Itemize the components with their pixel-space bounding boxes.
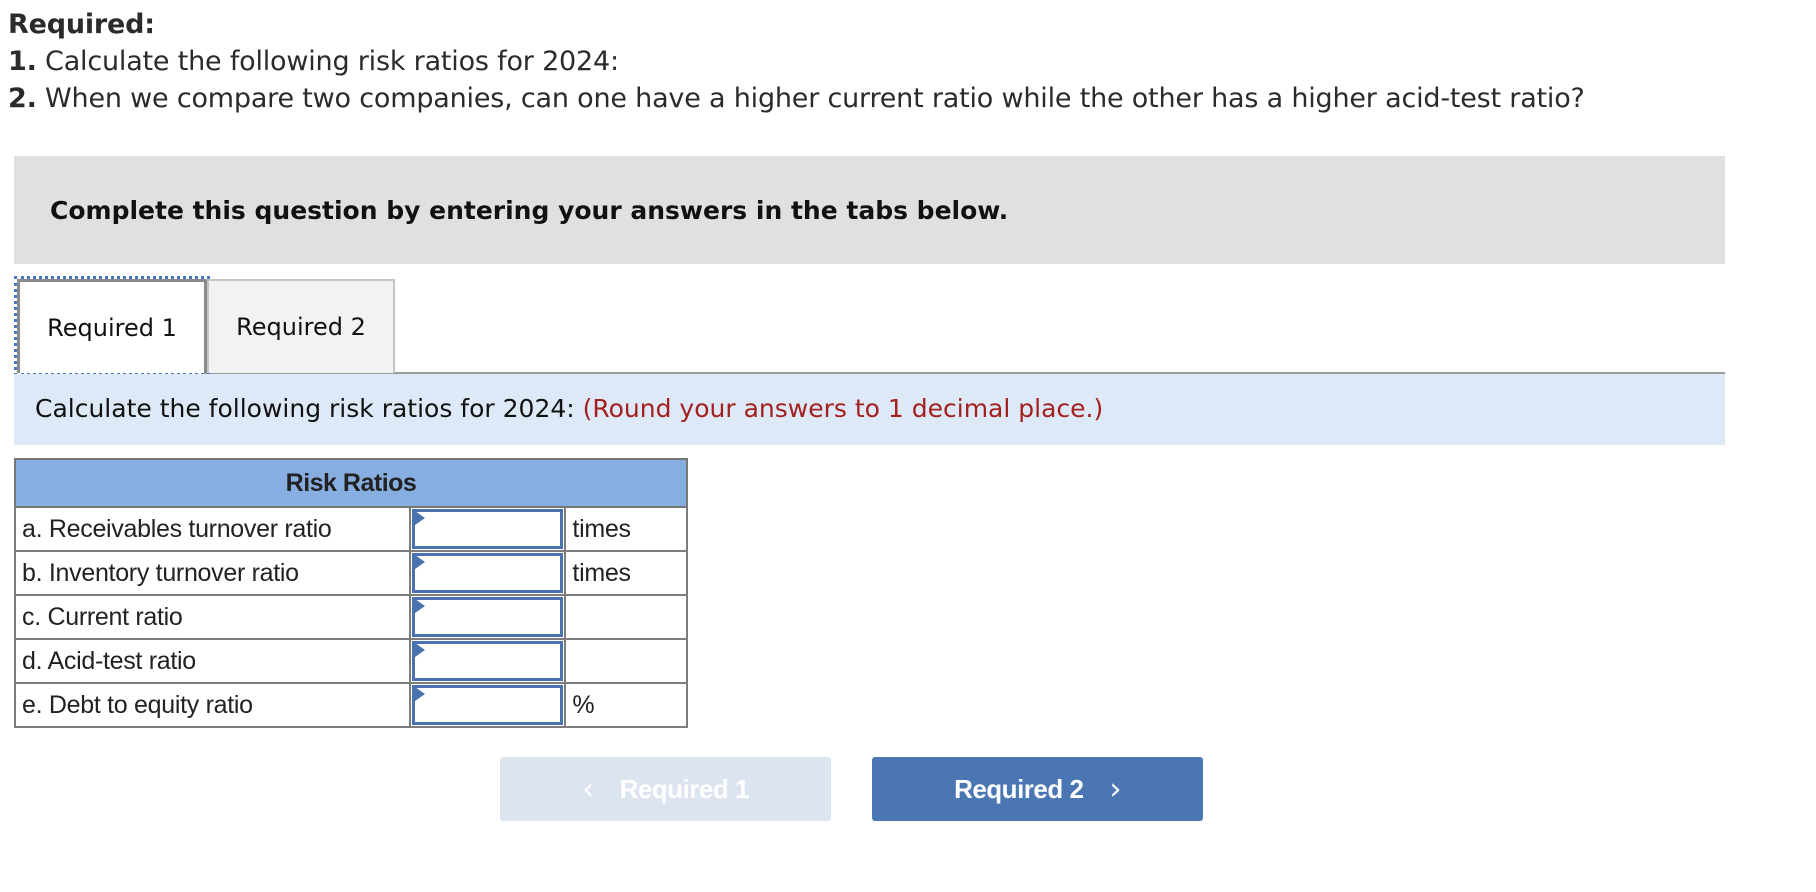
table-row: c. Current ratio: [13, 594, 688, 640]
required-item-text: When we compare two companies, can one h…: [36, 83, 1585, 114]
tab-bar: Required 1 Required 2: [14, 276, 1725, 376]
table-row: d. Acid-test ratio: [13, 638, 688, 684]
flag-icon: [415, 643, 426, 657]
acid-test-ratio-input[interactable]: [415, 644, 561, 678]
instructions-banner: Complete this question by entering your …: [14, 156, 1725, 264]
prev-required-1-button[interactable]: ‹ Required 1: [500, 757, 831, 821]
required-item-1: 1. Calculate the following risk ratios f…: [8, 43, 1585, 80]
chevron-left-icon: ‹: [582, 771, 594, 807]
flag-icon: [415, 511, 426, 525]
input-cell: [409, 550, 567, 596]
required-item-number: 2.: [8, 83, 37, 114]
required-heading: Required:: [8, 9, 155, 40]
receivables-turnover-input[interactable]: [415, 512, 561, 546]
table-row: e. Debt to equity ratio %: [13, 682, 688, 728]
prompt: Calculate the following risk ratios for …: [35, 394, 1103, 423]
required-section: Required: 1. Calculate the following ris…: [8, 6, 1585, 117]
risk-ratios-table: Risk Ratios a. Receivables turnover rati…: [13, 458, 688, 728]
row-unit: %: [564, 682, 688, 728]
row-label: d. Acid-test ratio: [13, 638, 412, 684]
flag-icon: [415, 599, 426, 613]
tab-required-2[interactable]: Required 2: [207, 279, 395, 373]
required-item-text: Calculate the following risk ratios for …: [36, 46, 619, 77]
row-unit: [564, 638, 688, 684]
current-ratio-input[interactable]: [415, 600, 561, 634]
row-label: a. Receivables turnover ratio: [13, 506, 412, 552]
next-required-2-button[interactable]: Required 2 ›: [872, 757, 1203, 821]
tab-label: Required 1: [47, 313, 177, 342]
debt-to-equity-input[interactable]: [415, 688, 561, 722]
row-unit: [564, 594, 688, 640]
instructions-text: Complete this question by entering your …: [50, 196, 1009, 225]
row-unit: times: [564, 506, 688, 552]
prompt-band: Calculate the following risk ratios for …: [14, 374, 1725, 445]
chevron-right-icon: ›: [1109, 771, 1121, 807]
prompt-text: Calculate the following risk ratios for …: [35, 394, 583, 423]
next-button-label: Required 2: [954, 773, 1084, 804]
input-cell: [409, 638, 567, 684]
inventory-turnover-input[interactable]: [415, 556, 561, 590]
input-cell: [409, 682, 567, 728]
row-label: c. Current ratio: [13, 594, 412, 640]
row-label: e. Debt to equity ratio: [13, 682, 412, 728]
tab-label: Required 2: [236, 313, 366, 341]
flag-icon: [415, 687, 426, 701]
table-row: b. Inventory turnover ratio times: [13, 550, 688, 596]
row-unit: times: [564, 550, 688, 596]
rounding-note: (Round your answers to 1 decimal place.): [582, 394, 1104, 423]
row-label: b. Inventory turnover ratio: [13, 550, 412, 596]
prev-button-label: Required 1: [619, 773, 750, 804]
input-cell: [409, 506, 567, 552]
tab-required-1[interactable]: Required 1: [14, 276, 210, 376]
flag-icon: [415, 555, 426, 569]
table-row: a. Receivables turnover ratio times: [13, 506, 688, 552]
required-item-2: 2. When we compare two companies, can on…: [8, 80, 1585, 117]
table-header: Risk Ratios: [14, 458, 688, 508]
required-item-number: 1.: [8, 46, 37, 77]
input-cell: [409, 594, 567, 640]
